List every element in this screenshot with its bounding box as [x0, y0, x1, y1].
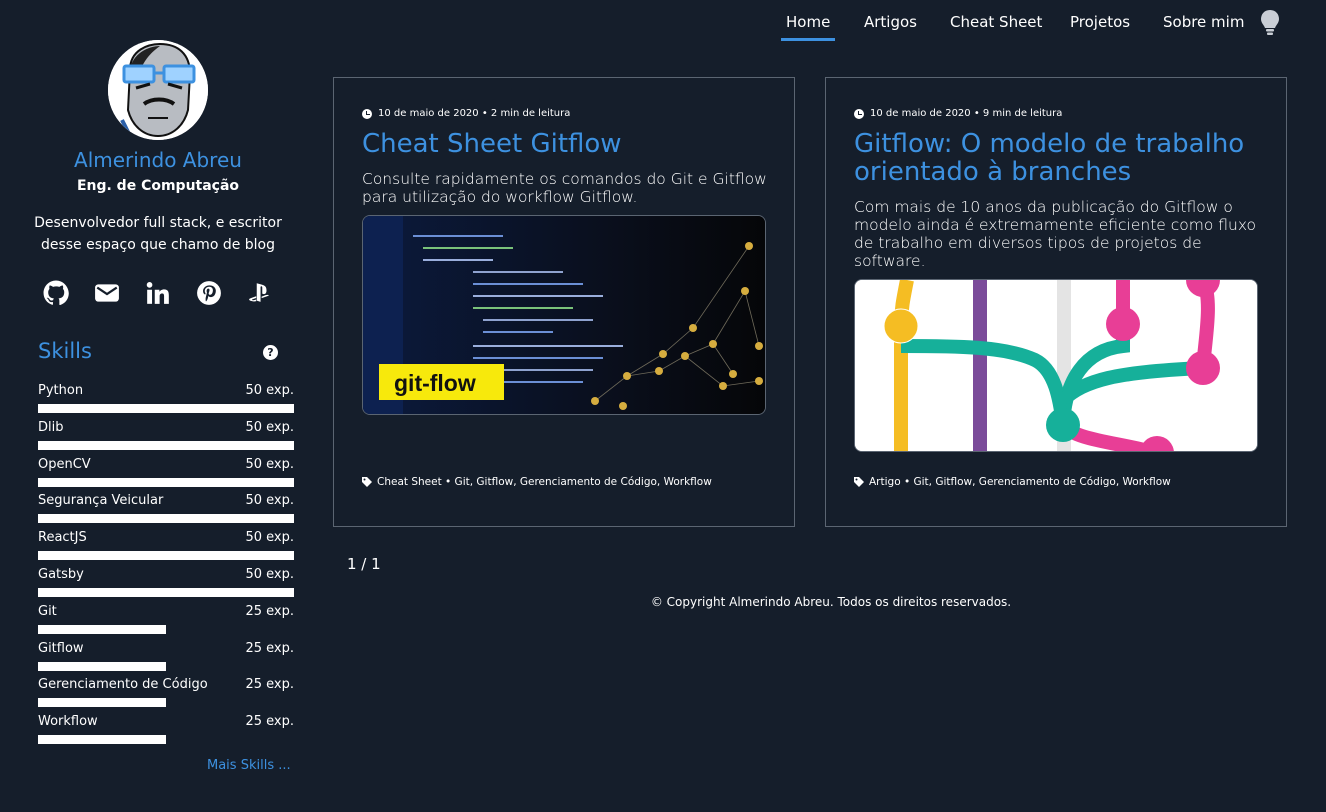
- skill-row: Workflow 25 exp.: [38, 714, 294, 750]
- post-thumbnail[interactable]: [854, 279, 1258, 452]
- email-icon[interactable]: [94, 280, 120, 306]
- clock-icon: [854, 108, 864, 119]
- skill-exp: 50 exp.: [245, 567, 294, 582]
- skill-exp: 50 exp.: [245, 493, 294, 509]
- skill-row: Git 25 exp.: [38, 604, 294, 640]
- skill-name: Workflow: [38, 714, 98, 730]
- skill-exp: 50 exp.: [245, 383, 294, 398]
- skill-row: Gitflow 25 exp.: [38, 641, 294, 677]
- post-thumbnail[interactable]: git-flow: [362, 215, 766, 415]
- post-title[interactable]: Cheat Sheet Gitflow: [362, 130, 772, 158]
- skill-name: Gatsby: [38, 567, 84, 582]
- skill-name: Gitflow: [38, 640, 84, 656]
- post-tags: Cheat Sheet • Git, Gitflow, Gerenciament…: [362, 476, 712, 488]
- avatar: [108, 40, 208, 140]
- skill-exp: 25 exp.: [245, 714, 294, 730]
- author-bio: Desenvolvedor full stack, e escritor des…: [34, 215, 282, 253]
- skill-exp: 25 exp.: [245, 677, 294, 693]
- nav-projetos[interactable]: Projetos: [1070, 13, 1130, 31]
- skill-name: Gerenciamento de Código: [38, 677, 208, 693]
- post-tags: Artigo • Git, Gitflow, Gerenciamento de …: [854, 476, 1171, 488]
- skill-name: Segurança Veicular: [38, 493, 164, 509]
- skills-title: Skills: [38, 339, 92, 363]
- skill-name: Python: [38, 383, 84, 398]
- post-description: Consulte rapidamente os comandos do Git …: [362, 170, 767, 206]
- tag-icon: [362, 477, 372, 487]
- nav-sobre-mim[interactable]: Sobre mim: [1163, 13, 1244, 31]
- post-card[interactable]: 10 de maio de 2020 • 2 min de leitura Ch…: [333, 77, 795, 527]
- skill-exp: 25 exp.: [245, 640, 294, 656]
- post-meta: 10 de maio de 2020 • 9 min de leitura: [854, 108, 1062, 119]
- skill-progress-bar: [38, 551, 294, 561]
- footer-copyright: © Copyright Almerindo Abreu. Todos os di…: [650, 595, 1012, 609]
- gitflow-branches-image: [855, 280, 1257, 451]
- playstation-icon[interactable]: [247, 280, 273, 306]
- nav-cheat-sheet[interactable]: Cheat Sheet: [950, 13, 1042, 31]
- skill-name: ReactJS: [38, 530, 87, 546]
- nav-home[interactable]: Home: [780, 13, 836, 41]
- git-flow-label: git-flow: [394, 370, 476, 396]
- skill-progress-bar: [38, 440, 294, 450]
- author-role: Eng. de Computação: [76, 178, 240, 194]
- help-icon[interactable]: ?: [263, 345, 278, 360]
- avatar-illustration: [108, 40, 208, 140]
- linkedin-icon[interactable]: [145, 280, 171, 306]
- skill-row: ReactJS 50 exp.: [38, 530, 294, 566]
- skill-name: Git: [38, 603, 57, 619]
- github-icon[interactable]: [43, 280, 69, 306]
- lightbulb-icon[interactable]: [1259, 9, 1281, 37]
- skill-exp: 50 exp.: [245, 419, 294, 435]
- post-tags-text[interactable]: Artigo • Git, Gitflow, Gerenciamento de …: [869, 476, 1171, 488]
- skill-progress-bar: [38, 588, 294, 597]
- skill-exp: 50 exp.: [245, 456, 294, 472]
- skill-row: Gatsby 50 exp.: [38, 567, 294, 603]
- post-meta: 10 de maio de 2020 • 2 min de leitura: [362, 108, 570, 119]
- skill-row: Python 50 exp.: [38, 383, 294, 419]
- post-date-readtime: 10 de maio de 2020 • 2 min de leitura: [378, 108, 571, 119]
- post-title[interactable]: Gitflow: O modelo de trabalho orientado …: [854, 130, 1264, 186]
- tag-icon: [854, 477, 864, 487]
- clock-icon: [362, 108, 372, 119]
- more-skills-link[interactable]: Mais Skills ...: [207, 758, 291, 773]
- skill-row: Dlib 50 exp.: [38, 420, 294, 456]
- skill-exp: 50 exp.: [245, 530, 294, 546]
- author-name: Almerindo Abreu: [74, 148, 242, 172]
- skill-progress-bar: [38, 698, 166, 708]
- skill-row: Segurança Veicular 50 exp.: [38, 493, 294, 529]
- pinterest-icon[interactable]: [196, 280, 222, 306]
- post-date-readtime: 10 de maio de 2020 • 9 min de leitura: [870, 108, 1063, 119]
- skill-progress-bar: [38, 735, 166, 745]
- code-screen-image: git-flow: [363, 216, 765, 414]
- skill-name: Dlib: [38, 419, 64, 435]
- skill-name: OpenCV: [38, 456, 91, 472]
- skill-progress-bar: [38, 661, 166, 671]
- skill-progress-bar: [38, 404, 294, 413]
- skill-progress-bar: [38, 624, 166, 634]
- post-card[interactable]: 10 de maio de 2020 • 9 min de leitura Gi…: [825, 77, 1287, 527]
- skill-exp: 25 exp.: [245, 603, 294, 619]
- nav-artigos[interactable]: Artigos: [864, 13, 917, 31]
- skill-row: Gerenciamento de Código 25 exp.: [38, 677, 294, 713]
- post-description: Com mais de 10 anos da publicação do Git…: [854, 198, 1257, 270]
- skill-progress-bar: [38, 514, 294, 524]
- skill-progress-bar: [38, 477, 294, 487]
- skill-row: OpenCV 50 exp.: [38, 457, 294, 493]
- pagination: 1 / 1: [347, 555, 381, 573]
- post-tags-text[interactable]: Cheat Sheet • Git, Gitflow, Gerenciament…: [377, 476, 712, 488]
